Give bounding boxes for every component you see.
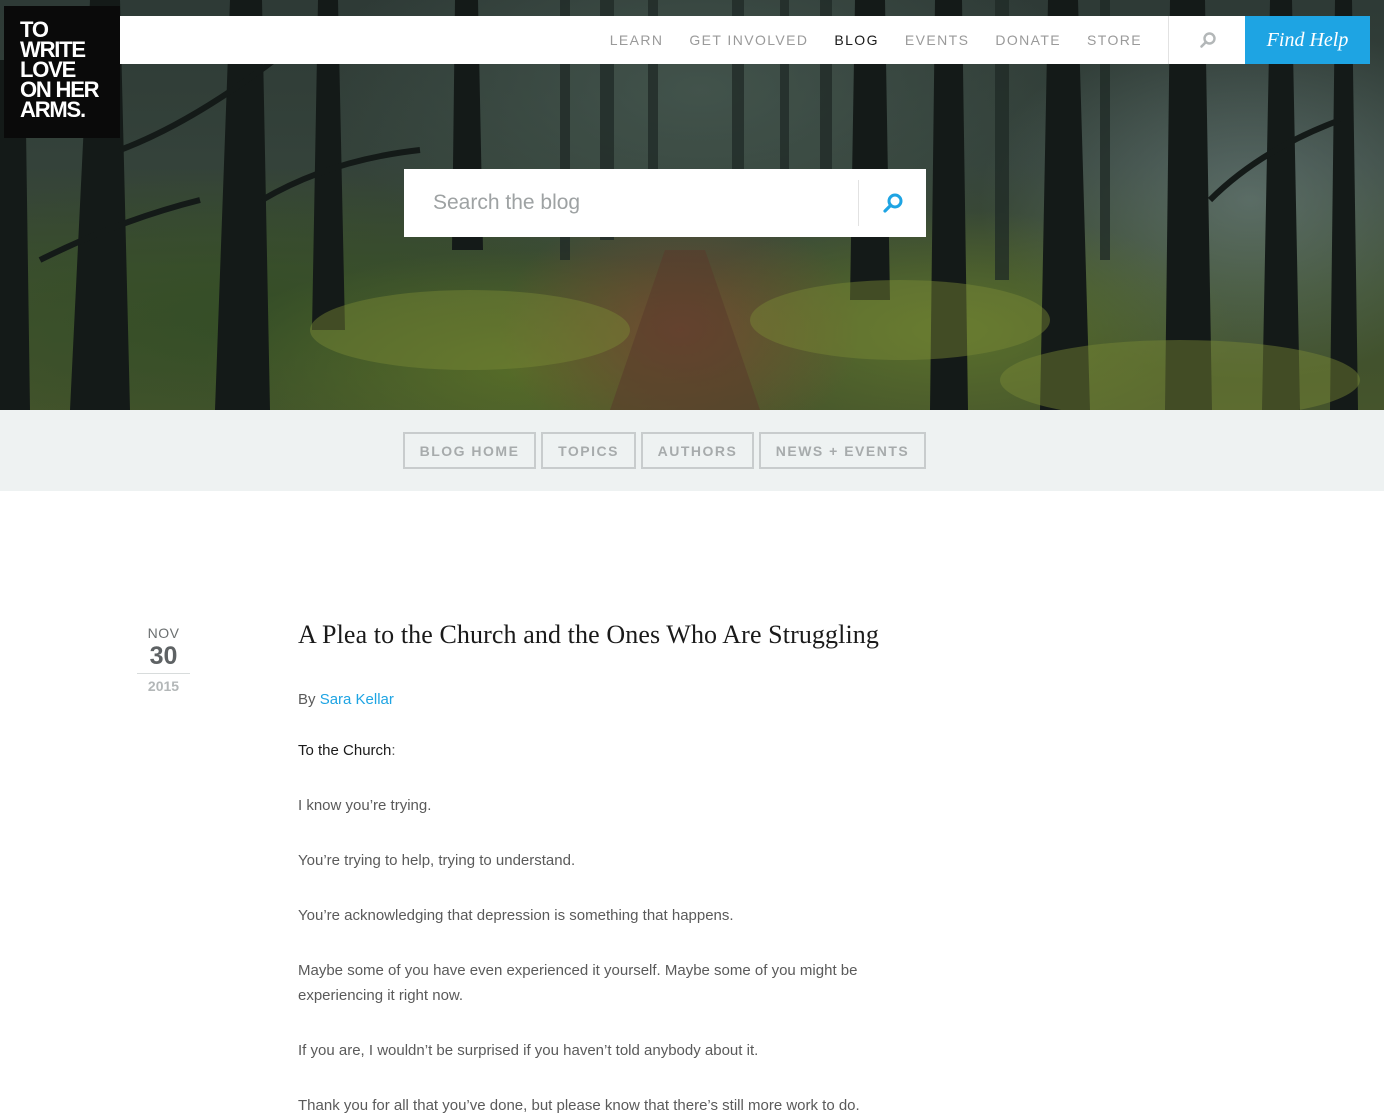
nav-links: LEARN GET INVOLVED BLOG EVENTS DONATE ST… bbox=[584, 16, 1246, 64]
nav-search-button[interactable] bbox=[1168, 16, 1246, 64]
post-date-day: 30 bbox=[149, 642, 178, 670]
nav-item-donate[interactable]: DONATE bbox=[995, 32, 1061, 48]
subnav-blog-home[interactable]: BLOG HOME bbox=[403, 432, 536, 469]
search-icon bbox=[1199, 32, 1216, 48]
post-paragraph: Thank you for all that you’ve done, but … bbox=[298, 1097, 860, 1114]
salutation-suffix: : bbox=[391, 742, 396, 759]
nav-item-events[interactable]: EVENTS bbox=[905, 32, 969, 48]
salutation-text: To the Church bbox=[298, 742, 392, 759]
post-paragraph: You’re trying to help, trying to underst… bbox=[298, 852, 576, 869]
date-divider bbox=[137, 673, 190, 674]
nav-item-get-involved[interactable]: GET INVOLVED bbox=[689, 32, 808, 48]
subnav-topics[interactable]: TOPICS bbox=[541, 432, 636, 469]
nav-item-learn[interactable]: LEARN bbox=[610, 32, 664, 48]
nav-item-blog[interactable]: BLOG bbox=[834, 32, 879, 48]
post-paragraph: Maybe some of you have even experienced … bbox=[298, 962, 858, 1004]
subnav-news-events[interactable]: NEWS + EVENTS bbox=[759, 432, 926, 469]
logo-line: ARMS. bbox=[20, 97, 86, 122]
post-byline: By Sara Kellar bbox=[298, 691, 938, 708]
post-article: A Plea to the Church and the Ones Who Ar… bbox=[298, 618, 938, 1118]
blog-search-box bbox=[404, 169, 926, 237]
subnav-authors[interactable]: AUTHORS bbox=[641, 432, 754, 469]
site-logo[interactable]: TO WRITE LOVE ON HER ARMS. bbox=[4, 6, 120, 138]
author-link[interactable]: Sara Kellar bbox=[320, 691, 394, 708]
nav-item-store[interactable]: STORE bbox=[1087, 32, 1142, 48]
search-icon bbox=[882, 193, 902, 213]
post-salutation: To the Church: bbox=[298, 738, 938, 763]
byline-prefix: By bbox=[298, 691, 316, 708]
post-paragraph: If you are, I wouldn’t be surprised if y… bbox=[298, 1042, 759, 1059]
post-paragraph: I know you’re trying. bbox=[298, 797, 432, 814]
blog-search-button[interactable] bbox=[858, 180, 926, 226]
blog-search-input[interactable] bbox=[404, 169, 858, 237]
post-paragraph: You’re acknowledging that depression is … bbox=[298, 907, 734, 924]
find-help-button[interactable]: Find Help bbox=[1245, 16, 1370, 64]
post-date: NOV 30 2015 bbox=[137, 625, 190, 694]
top-navigation: LEARN GET INVOLVED BLOG EVENTS DONATE ST… bbox=[120, 16, 1246, 64]
post-date-year: 2015 bbox=[147, 678, 180, 694]
post-title[interactable]: A Plea to the Church and the Ones Who Ar… bbox=[298, 618, 938, 652]
post-date-month: NOV bbox=[147, 625, 180, 641]
blog-subnav: BLOG HOME TOPICS AUTHORS NEWS + EVENTS bbox=[0, 410, 1384, 491]
